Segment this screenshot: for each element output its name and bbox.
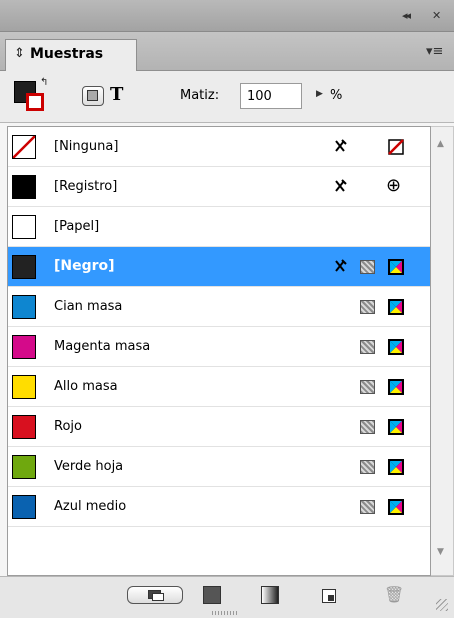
swatch-row[interactable]: [Ninguna] (8, 127, 430, 167)
new-swatch-button[interactable] (322, 589, 336, 603)
swatch-row[interactable]: [Papel] (8, 207, 430, 247)
swatch-row[interactable]: Rojo (8, 407, 430, 447)
cmyk-icon (388, 379, 404, 399)
swatch-name: [Registro] (54, 179, 118, 194)
collapse-panel-icon[interactable]: ◂◂ (402, 9, 411, 22)
swatch-chip (12, 215, 36, 239)
process-color-icon (360, 460, 375, 474)
process-color-icon (360, 500, 375, 514)
tint-input[interactable] (240, 83, 302, 109)
formatting-affects-container-icon[interactable] (82, 86, 104, 106)
cmyk-icon (388, 419, 404, 439)
swatch-name: [Negro] (54, 258, 115, 274)
swatches-toolbar: ↰ T Matiz: ▶ % (0, 71, 454, 123)
updown-chevrons-icon: ⇕ (14, 46, 25, 61)
swatch-name: Magenta masa (54, 339, 151, 354)
swatch-chip (12, 175, 36, 199)
swatch-chip (12, 135, 36, 159)
fill-stroke-selector[interactable]: ↰ (14, 77, 50, 113)
none-icon (388, 139, 404, 159)
close-panel-icon[interactable]: ✕ (432, 9, 441, 22)
non-editable-icon (332, 178, 348, 198)
swatch-list: [Ninguna] [Registro] ⊕ [Papel] [Negro] Cian m… (7, 126, 431, 576)
swatch-name: [Papel] (54, 219, 100, 234)
cmyk-icon (388, 299, 404, 319)
cmyk-icon (388, 499, 404, 519)
divider-grip-icon[interactable] (212, 611, 238, 615)
swatch-name: Azul medio (54, 499, 127, 514)
formatting-affects-text-icon[interactable]: T (110, 84, 123, 105)
swatch-chip (12, 375, 36, 399)
delete-swatch-trash-icon[interactable]: 🗑 (384, 585, 404, 604)
swatch-name: [Ninguna] (54, 139, 119, 154)
registration-icon: ⊕ (386, 175, 402, 196)
show-gradient-swatches-button[interactable] (261, 586, 279, 604)
swatch-row[interactable]: Azul medio (8, 487, 430, 527)
swatch-chip (12, 495, 36, 519)
panel-menu-icon[interactable]: ▾≡ (426, 44, 443, 59)
cmyk-icon (388, 339, 404, 359)
scroll-up-arrow-icon[interactable]: ▲ (437, 139, 444, 149)
tab-muestras[interactable]: ⇕ Muestras (5, 39, 137, 71)
swatch-row[interactable]: [Registro] ⊕ (8, 167, 430, 207)
non-editable-icon (332, 138, 348, 158)
tint-slider-arrow-icon[interactable]: ▶ (316, 89, 323, 99)
swatch-name: Allo masa (54, 379, 118, 394)
swap-fill-stroke-icon[interactable]: ↰ (40, 77, 48, 88)
swatch-row[interactable]: Verde hoja (8, 447, 430, 487)
scroll-down-arrow-icon[interactable]: ▼ (437, 547, 444, 557)
swatch-name: Cian masa (54, 299, 123, 314)
panel-title-bar: ◂◂ ✕ (0, 0, 454, 32)
swatch-name: Verde hoja (54, 459, 124, 474)
show-all-swatches-button[interactable] (127, 586, 183, 604)
tint-unit: % (330, 88, 343, 103)
resize-grip-icon[interactable] (436, 599, 448, 611)
swatch-row[interactable]: Cian masa (8, 287, 430, 327)
panel-tab-strip: ⇕ Muestras ▾≡ (0, 32, 454, 71)
swatch-chip (12, 415, 36, 439)
swatch-row[interactable]: [Negro] (8, 247, 430, 287)
swatch-chip (12, 255, 36, 279)
bottom-toolbar: 🗑 (0, 576, 454, 618)
swatch-row[interactable]: Allo masa (8, 367, 430, 407)
stroke-icon[interactable] (26, 93, 44, 111)
cmyk-icon (388, 259, 404, 279)
process-color-icon (360, 380, 375, 394)
swatch-chip (12, 335, 36, 359)
cmyk-icon (388, 459, 404, 479)
swatch-chip (12, 455, 36, 479)
process-color-icon (360, 300, 375, 314)
swatch-chip (12, 295, 36, 319)
tab-label: Muestras (30, 46, 104, 62)
non-editable-icon (332, 258, 348, 278)
show-color-swatches-button[interactable] (203, 586, 221, 604)
process-color-icon (360, 420, 375, 434)
process-color-icon (360, 260, 375, 274)
vertical-scrollbar[interactable]: ▲ ▼ (431, 126, 454, 576)
swatch-row[interactable]: Magenta masa (8, 327, 430, 367)
swatch-name: Rojo (54, 419, 82, 434)
process-color-icon (360, 340, 375, 354)
tint-label: Matiz: (180, 88, 220, 103)
